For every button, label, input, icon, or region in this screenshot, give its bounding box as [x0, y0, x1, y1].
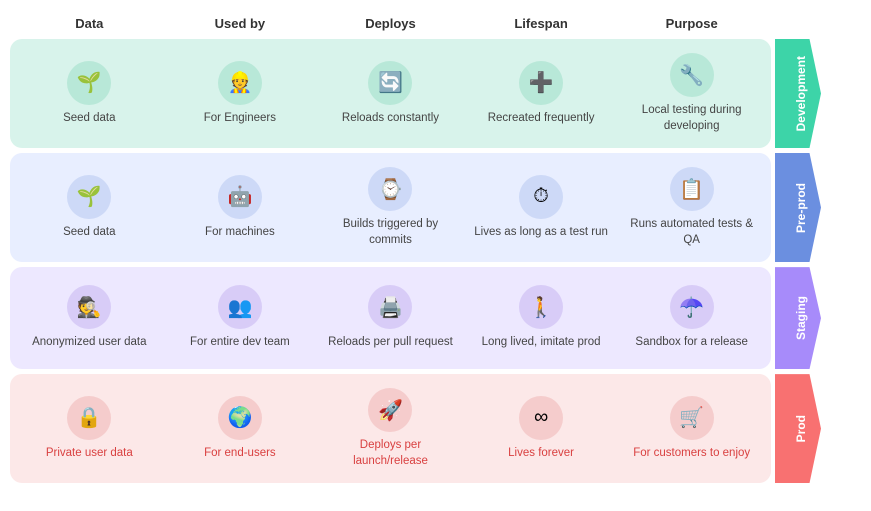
cell-prod-0: 🔒 Private user data [16, 380, 163, 477]
cell-icon-dev-0: 🌱 [67, 61, 111, 105]
cell-preprod-4: 📋 Runs automated tests & QA [618, 159, 765, 256]
cell-text-dev-0: Seed data [63, 111, 115, 127]
cell-icon-preprod-1: 🤖 [218, 175, 262, 219]
cell-icon-dev-1: 👷 [218, 61, 262, 105]
cell-icon-staging-0: 🕵️ [67, 285, 111, 329]
section-tab-dev: Development [775, 39, 821, 148]
cell-icon-preprod-0: 🌱 [67, 175, 111, 219]
cell-text-staging-3: Long lived, imitate prod [482, 335, 601, 351]
cell-text-dev-4: Local testing during developing [622, 103, 761, 134]
cell-text-preprod-2: Builds triggered by commits [321, 217, 460, 248]
cell-text-dev-1: For Engineers [204, 111, 276, 127]
cell-dev-2: 🔄 Reloads constantly [317, 45, 464, 142]
cell-icon-prod-3: ∞ [519, 396, 563, 440]
cell-dev-1: 👷 For Engineers [167, 45, 314, 142]
cell-icon-staging-3: 🚶 [519, 285, 563, 329]
section-label-staging: Staging [788, 296, 808, 340]
cell-icon-dev-4: 🔧 [670, 53, 714, 97]
cell-text-preprod-0: Seed data [63, 225, 115, 241]
cell-icon-prod-1: 🌍 [218, 396, 262, 440]
cell-staging-3: 🚶 Long lived, imitate prod [468, 273, 615, 363]
cell-staging-1: 👥 For entire dev team [167, 273, 314, 363]
cell-text-prod-2: Deploys per launch/release [321, 438, 460, 469]
cell-text-prod-0: Private user data [46, 446, 133, 462]
cell-text-prod-1: For end-users [204, 446, 276, 462]
section-label-preprod: Pre-prod [788, 183, 808, 233]
cell-icon-preprod-3: ⏱ [519, 175, 563, 219]
column-header: Used by [165, 16, 316, 31]
cell-dev-4: 🔧 Local testing during developing [618, 45, 765, 142]
section-staging: 🕵️ Anonymized user data 👥 For entire dev te… [10, 267, 821, 369]
cell-preprod-3: ⏱ Lives as long as a test run [468, 159, 615, 256]
cell-prod-4: 🛒 For customers to enjoy [618, 380, 765, 477]
section-tab-staging: Staging [775, 267, 821, 369]
section-dev: 🌱 Seed data 👷 For Engineers 🔄 Reloads constan… [10, 39, 821, 148]
section-preprod: 🌱 Seed data 🤖 For machines ⌚ Builds triggered… [10, 153, 821, 262]
section-tab-preprod: Pre-prod [775, 153, 821, 262]
column-header: Purpose [616, 16, 767, 31]
cell-preprod-2: ⌚ Builds triggered by commits [317, 159, 464, 256]
cell-text-prod-3: Lives forever [508, 446, 574, 462]
column-header: Lifespan [466, 16, 617, 31]
cell-text-preprod-1: For machines [205, 225, 275, 241]
cell-prod-1: 🌍 For end-users [167, 380, 314, 477]
cell-icon-prod-4: 🛒 [670, 396, 714, 440]
cell-text-staging-2: Reloads per pull request [328, 335, 453, 351]
column-header: Deploys [315, 16, 466, 31]
main-container: DataUsed byDeploysLifespanPurpose 🌱 Seed … [0, 0, 871, 511]
cell-staging-0: 🕵️ Anonymized user data [16, 273, 163, 363]
cell-icon-preprod-2: ⌚ [368, 167, 412, 211]
cell-preprod-0: 🌱 Seed data [16, 159, 163, 256]
cell-prod-3: ∞ Lives forever [468, 380, 615, 477]
cell-text-staging-1: For entire dev team [190, 335, 290, 351]
cell-text-staging-0: Anonymized user data [32, 335, 146, 351]
cell-text-preprod-4: Runs automated tests & QA [622, 217, 761, 248]
cell-text-prod-4: For customers to enjoy [633, 446, 750, 462]
cell-icon-staging-1: 👥 [218, 285, 262, 329]
cell-icon-dev-3: ➕ [519, 61, 563, 105]
cell-icon-prod-2: 🚀 [368, 388, 412, 432]
cell-text-staging-4: Sandbox for a release [635, 335, 748, 351]
cell-icon-staging-2: 🖨️ [368, 285, 412, 329]
cell-icon-prod-0: 🔒 [67, 396, 111, 440]
cell-staging-2: 🖨️ Reloads per pull request [317, 273, 464, 363]
section-label-dev: Development [788, 56, 808, 131]
cell-dev-3: ➕ Recreated frequently [468, 45, 615, 142]
cell-icon-dev-2: 🔄 [368, 61, 412, 105]
section-prod: 🔒 Private user data 🌍 For end-users 🚀 Deploys… [10, 374, 821, 483]
section-label-prod: Prod [788, 415, 808, 442]
cell-text-dev-2: Reloads constantly [342, 111, 439, 127]
section-tab-prod: Prod [775, 374, 821, 483]
column-header: Data [14, 16, 165, 31]
cell-staging-4: ☂️ Sandbox for a release [618, 273, 765, 363]
cell-dev-0: 🌱 Seed data [16, 45, 163, 142]
cell-text-dev-3: Recreated frequently [488, 111, 595, 127]
cell-icon-preprod-4: 📋 [670, 167, 714, 211]
cell-text-preprod-3: Lives as long as a test run [474, 225, 608, 241]
cell-preprod-1: 🤖 For machines [167, 159, 314, 256]
cell-icon-staging-4: ☂️ [670, 285, 714, 329]
cell-prod-2: 🚀 Deploys per launch/release [317, 380, 464, 477]
